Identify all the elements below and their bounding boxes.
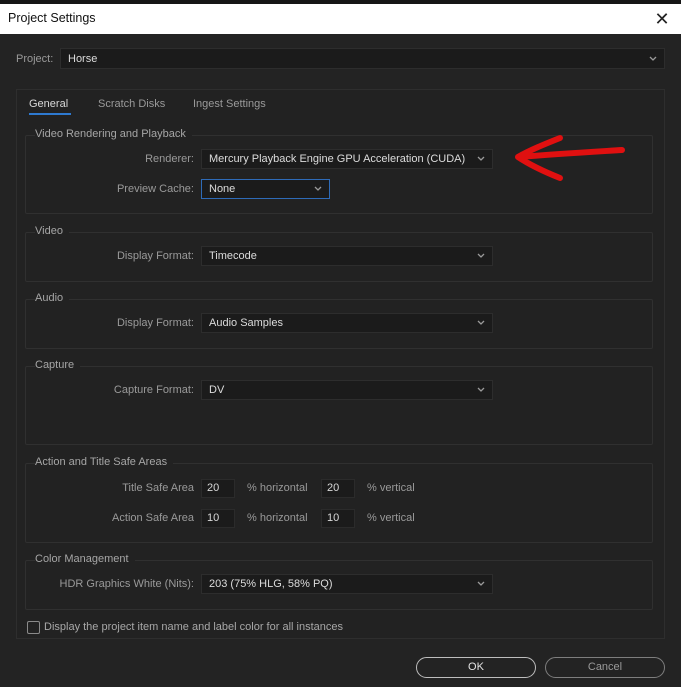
capture-format-label: Capture Format: (113, 384, 194, 396)
tab-ingest-settings[interactable]: Ingest Settings (193, 98, 266, 110)
project-dropdown[interactable]: Horse (60, 48, 665, 69)
title-safe-horizontal-input[interactable]: 20 (201, 479, 235, 498)
close-icon[interactable]: ✕ (651, 8, 673, 30)
group-capture: Capture Capture Format: DV (25, 359, 653, 445)
preview-cache-label: Preview Cache: (116, 183, 194, 195)
action-safe-horizontal-input[interactable]: 10 (201, 509, 235, 528)
chevron-down-icon (477, 253, 485, 258)
audio-display-format-label: Display Format: (116, 317, 194, 329)
preview-cache-dropdown[interactable]: None (201, 179, 330, 199)
action-safe-area-label: Action Safe Area (112, 512, 194, 524)
video-display-format-label: Display Format: (116, 250, 194, 262)
window-title: Project Settings (8, 11, 96, 25)
hdr-graphics-white-value: 203 (75% HLG, 58% PQ) (209, 578, 333, 590)
chevron-down-icon (477, 387, 485, 392)
project-label: Project: (16, 53, 54, 65)
group-audio: Audio Display Format: Audio Samples (25, 292, 653, 349)
group-safe-areas: Action and Title Safe Areas Title Safe A… (25, 456, 653, 543)
group-title: Color Management (35, 553, 135, 565)
chevron-down-icon (314, 186, 322, 191)
capture-format-dropdown[interactable]: DV (201, 380, 493, 400)
hdr-graphics-white-dropdown[interactable]: 203 (75% HLG, 58% PQ) (201, 574, 493, 594)
chevron-down-icon (477, 156, 485, 161)
project-value: Horse (68, 52, 98, 65)
cancel-button[interactable]: Cancel (545, 657, 665, 678)
display-item-name-checkbox[interactable] (27, 621, 40, 634)
group-title: Capture (35, 359, 81, 371)
preview-cache-value: None (209, 183, 236, 195)
renderer-value: Mercury Playback Engine GPU Acceleration… (209, 153, 466, 165)
annotation-arrow-icon (515, 135, 625, 181)
title-safe-area-label: Title Safe Area (122, 482, 194, 494)
chevron-down-icon (477, 581, 485, 586)
tab-scratch-disks[interactable]: Scratch Disks (98, 98, 165, 110)
ok-button[interactable]: OK (416, 657, 536, 678)
renderer-label: Renderer: (145, 153, 194, 165)
title-safe-vertical-input[interactable]: 20 (321, 479, 355, 498)
audio-display-format-dropdown[interactable]: Audio Samples (201, 313, 493, 333)
vertical-unit-label: % vertical (367, 482, 415, 494)
capture-format-value: DV (209, 384, 225, 396)
group-title: Action and Title Safe Areas (35, 456, 174, 468)
audio-display-format-value: Audio Samples (209, 317, 283, 329)
display-item-name-label[interactable]: Display the project item name and label … (44, 621, 343, 633)
active-tab-indicator (29, 113, 71, 115)
chevron-down-icon (477, 320, 485, 325)
hdr-graphics-white-label: HDR Graphics White (Nits): (59, 578, 194, 590)
title-bar: Project Settings ✕ (0, 4, 681, 34)
tab-general[interactable]: General (29, 98, 68, 110)
group-title: Video Rendering and Playback (35, 128, 192, 140)
group-color-management: Color Management HDR Graphics White (Nit… (25, 553, 653, 610)
horizontal-unit-label: % horizontal (247, 512, 308, 524)
group-video: Video Display Format: Timecode (25, 225, 653, 282)
renderer-dropdown[interactable]: Mercury Playback Engine GPU Acceleration… (201, 149, 493, 169)
horizontal-unit-label: % horizontal (247, 482, 308, 494)
action-safe-vertical-input[interactable]: 10 (321, 509, 355, 528)
video-display-format-dropdown[interactable]: Timecode (201, 246, 493, 266)
group-title: Audio (35, 292, 70, 304)
video-display-format-value: Timecode (209, 250, 257, 262)
group-title: Video (35, 225, 69, 237)
vertical-unit-label: % vertical (367, 512, 415, 524)
chevron-down-icon (649, 56, 657, 61)
